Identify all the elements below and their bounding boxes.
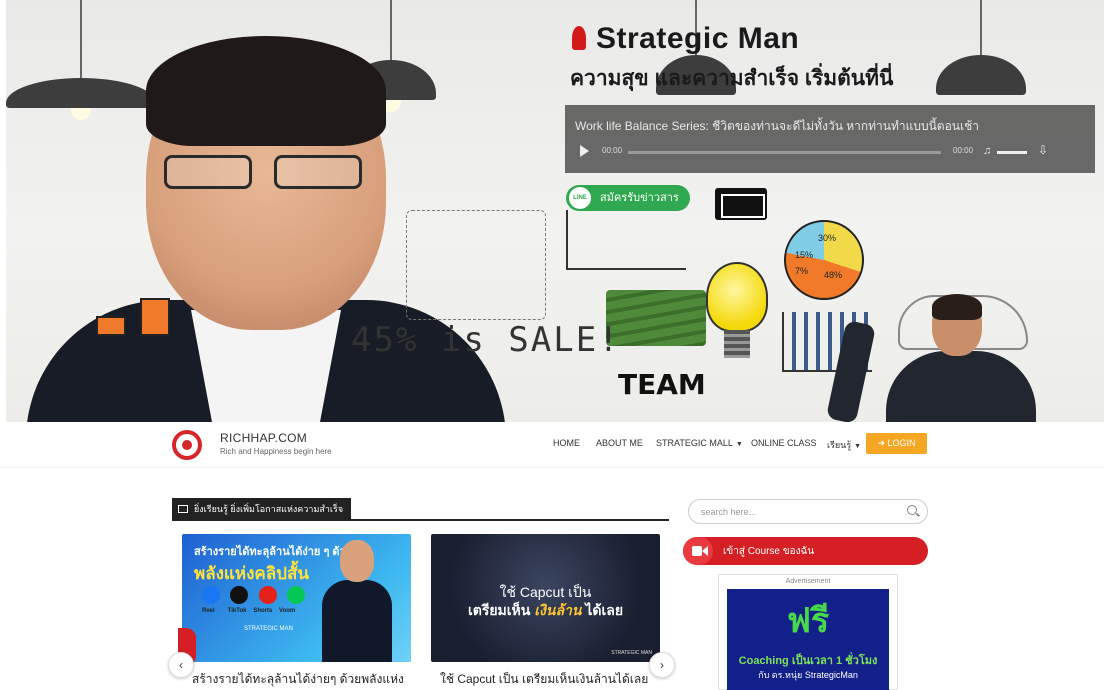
grid-icon [178, 505, 188, 513]
caret-down-icon: ▼ [854, 443, 862, 450]
platform-label: Shorts [253, 608, 273, 614]
site-tagline: Rich and Happiness begin here [220, 447, 332, 456]
nav-item-learn[interactable]: เรียนรู้ ▼ [827, 438, 861, 452]
subscribe-label: สมัครรับข่าวสาร [600, 192, 679, 204]
card-text: ได้เลย [581, 602, 624, 618]
course-card-thumbnail[interactable]: สร้างรายได้ทะลุล้านได้ง่าย ๆ ด้วย พลังแห… [182, 534, 411, 662]
nav-item-online-class[interactable]: ONLINE CLASS [751, 438, 817, 448]
course-card-thumbnail[interactable]: ใช้ Capcut เป็น เตรียมเห็น เงินล้าน ได้เ… [431, 534, 660, 662]
nav-item-about[interactable]: ABOUT ME [596, 438, 643, 448]
advertisement-box[interactable]: Advertisement ฟรี Coaching เป็นเวลา 1 ชั… [718, 574, 898, 690]
card-highlight: พลังแห่งคลิปสั้น [194, 564, 309, 583]
current-time: 00:00 [602, 146, 623, 155]
section-divider [172, 519, 669, 521]
search-icon[interactable] [907, 505, 917, 515]
card-emphasis: เงินล้าน [534, 602, 582, 618]
site-name[interactable]: RICHHAP.COM [220, 431, 307, 445]
line-icon [287, 586, 306, 604]
card-brand: STRATEGIC MAN [611, 650, 652, 656]
hero-banner: 30% 15% 7% 48% 45% is SALE! TEAM [6, 0, 1104, 422]
site-logo-icon[interactable] [172, 430, 202, 460]
nav-item-home[interactable]: HOME [553, 438, 580, 448]
download-icon[interactable]: ⇩ [1038, 143, 1048, 157]
team-doodle-text: TEAM [618, 368, 706, 401]
lightbulb-icon [706, 262, 768, 332]
search-input[interactable]: search here... [688, 499, 928, 524]
ad-headline: ฟรี [786, 602, 830, 640]
card-title-link[interactable]: สร้างรายได้ทะลุล้านได้ง่ายๆ ด้วยพลังแห่ง [192, 670, 404, 689]
platform-label: Reel [202, 608, 215, 614]
bar-chart-doodle [96, 296, 176, 336]
money-stack-doodle [606, 290, 706, 346]
line-chart-doodle [566, 210, 686, 270]
card-text: เตรียมเห็น [467, 602, 535, 618]
page-root: 30% 15% 7% 48% 45% is SALE! TEAM Strateg… [0, 0, 1104, 690]
pie-label: 7% [795, 266, 809, 276]
brand-title-text: Strategic Man [596, 22, 800, 55]
line-icon: LINE [569, 187, 591, 209]
platform-icons [202, 586, 311, 609]
youtube-icon [258, 586, 277, 604]
play-icon[interactable] [580, 145, 589, 157]
brand-title: Strategic Man [572, 22, 799, 56]
presenter-photo [322, 540, 392, 662]
login-button[interactable]: ➜ LOGIN [866, 433, 927, 454]
ad-subtitle: กับ ดร.หนุ่ย StrategicMan [758, 670, 858, 680]
caret-down-icon: ▼ [735, 441, 743, 448]
section-heading-text: ยิ่งเรียนรู้ ยิ่งเพิ่มโอกาสแห่งความสำเร็… [194, 504, 344, 514]
facebook-icon [202, 586, 220, 604]
network-doodle [406, 210, 546, 320]
platform-label: Voom [279, 608, 296, 614]
businessman-drawing [825, 294, 1036, 422]
carousel-prev-button[interactable]: ‹ [168, 652, 194, 678]
volume-icon[interactable]: ♫ [983, 145, 991, 157]
ad-banner[interactable]: ฟรี Coaching เป็นเวลา 1 ชั่วโมง กับ ดร.ห… [727, 589, 889, 690]
card-title-link[interactable]: ใช้ Capcut เป็น เตรียมเห็นเงินล้านได้เลย [440, 670, 648, 689]
main-navbar [0, 422, 1104, 468]
envelope-icon[interactable] [715, 188, 767, 220]
pie-label: 15% [795, 250, 814, 260]
audio-player: Work life Balance Series: ชีวิตของท่านจะ… [565, 105, 1095, 173]
subscribe-line-button[interactable]: LINE สมัครรับข่าวสาร [566, 185, 690, 211]
audio-title: Work life Balance Series: ชีวิตของท่านจะ… [575, 119, 979, 133]
my-course-button[interactable]: เข้าสู่ Course ของฉัน [683, 537, 928, 565]
nav-item-label: STRATEGIC MALL [656, 438, 733, 448]
sale-doodle-text: 45% is SALE! [351, 320, 621, 360]
chess-knight-icon [572, 26, 586, 50]
pie-label: 48% [824, 270, 843, 280]
tiktok-icon [230, 586, 249, 604]
platform-labels: Reel TikTok Shorts Voom [202, 608, 303, 614]
seek-bar[interactable] [628, 151, 941, 154]
nav-item-strategic-mall[interactable]: STRATEGIC MALL ▼ [656, 438, 743, 448]
duration: 00:00 [953, 146, 974, 155]
lightbulb-base [724, 330, 750, 358]
volume-slider[interactable] [997, 151, 1027, 154]
section-heading: ยิ่งเรียนรู้ ยิ่งเพิ่มโอกาสแห่งความสำเร็… [172, 498, 352, 520]
pie-chart-doodle [784, 220, 864, 300]
pie-label: 30% [818, 233, 837, 243]
login-icon: ➜ [877, 438, 888, 448]
card-highlight: เตรียมเห็น เงินล้าน ได้เลย [431, 600, 660, 622]
hero-tagline: ความสุข และความสำเร็จ เริ่มต้นที่นี่ [570, 67, 894, 90]
login-label: LOGIN [887, 438, 916, 448]
ad-label: Advertisement [785, 578, 831, 585]
search-placeholder: search here... [701, 507, 757, 517]
nav-item-label: เรียนรู้ [827, 440, 852, 450]
card-brand: STRATEGIC MAN [244, 626, 293, 632]
carousel-next-button[interactable]: › [649, 652, 675, 678]
my-course-label: เข้าสู่ Course ของฉัน [723, 546, 815, 557]
video-camera-icon [683, 537, 713, 565]
platform-label: TikTok [227, 608, 247, 614]
ad-offer: Coaching เป็นเวลา 1 ชั่วโมง [738, 655, 878, 667]
